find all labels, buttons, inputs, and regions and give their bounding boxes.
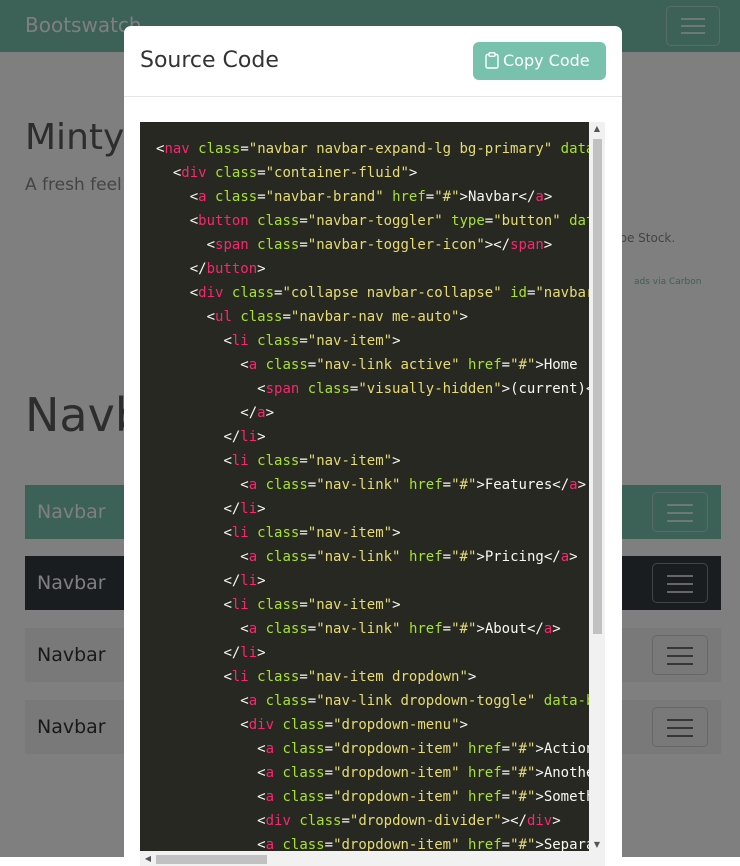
code-line: <div class="collapse navbar-collapse" id… — [189, 285, 589, 301]
code-line: <nav class="navbar navbar-expand-lg bg-p… — [156, 141, 589, 157]
code-line: <ul class="navbar-nav me-auto"> — [206, 309, 468, 325]
code-line: <a class="dropdown-item" href="#">Action… — [257, 741, 589, 757]
code-line: <div class="dropdown-menu"> — [240, 717, 468, 733]
code-line: <li class="nav-item"> — [223, 597, 401, 613]
modal-title: Source Code — [140, 48, 279, 73]
code-line: </a> — [240, 405, 275, 421]
copy-code-button[interactable]: Copy Code — [473, 42, 606, 80]
scroll-left-icon[interactable]: ◀ — [140, 854, 156, 863]
code-line: <a class="nav-link active" href="#">Home — [240, 357, 578, 373]
vertical-scroll-thumb[interactable] — [593, 139, 602, 634]
code-line: </li> — [223, 573, 266, 589]
code-line: <div class="container-fluid"> — [172, 165, 418, 181]
code-line: <a class="dropdown-item" href="#">Anothe… — [257, 765, 589, 781]
copy-code-label: Copy Code — [503, 51, 590, 70]
code-line: <li class="nav-item"> — [223, 453, 401, 469]
code-content: <nav class="navbar navbar-expand-lg bg-p… — [140, 122, 589, 851]
code-line: <span class="navbar-toggler-icon"></span… — [206, 237, 553, 253]
code-line: <a class="navbar-brand" href="#">Navbar<… — [189, 189, 553, 205]
code-line: </li> — [223, 501, 266, 517]
code-line: </button> — [189, 261, 266, 277]
scroll-down-icon[interactable]: ▼ — [589, 840, 605, 849]
scroll-up-icon[interactable]: ▲ — [589, 124, 605, 133]
clipboard-icon — [485, 51, 499, 69]
code-line: <li class="nav-item"> — [223, 333, 401, 349]
code-line: <a class="nav-link" href="#">Features</a… — [240, 477, 586, 493]
code-line: <div class="dropdown-divider"></div> — [257, 813, 561, 829]
code-line: <a class="dropdown-item" href="#">Separa… — [257, 837, 589, 851]
code-line: <a class="nav-link" href="#">About</a> — [240, 621, 561, 637]
code-block[interactable]: <nav class="navbar navbar-expand-lg bg-p… — [140, 122, 605, 866]
source-code-modal: Source Code Copy Code <nav class="navbar… — [124, 26, 622, 866]
horizontal-scrollbar[interactable]: ◀ — [140, 851, 605, 866]
code-line: </li> — [223, 645, 266, 661]
vertical-scrollbar[interactable]: ▲ ▼ — [589, 122, 605, 851]
code-line: <a class="nav-link" href="#">Pricing</a> — [240, 549, 578, 565]
modal-header: Source Code Copy Code — [124, 26, 622, 97]
code-line: <a class="nav-link dropdown-toggle" data… — [240, 693, 589, 709]
code-line: <a class="dropdown-item" href="#">Someth… — [257, 789, 589, 805]
code-line: <li class="nav-item"> — [223, 525, 401, 541]
code-line: <button class="navbar-toggler" type="but… — [189, 213, 589, 229]
code-line: <li class="nav-item dropdown"> — [223, 669, 477, 685]
horizontal-scroll-thumb[interactable] — [156, 855, 267, 864]
code-line: <span class="visually-hidden">(current)<… — [257, 381, 589, 397]
code-line: </li> — [223, 429, 266, 445]
